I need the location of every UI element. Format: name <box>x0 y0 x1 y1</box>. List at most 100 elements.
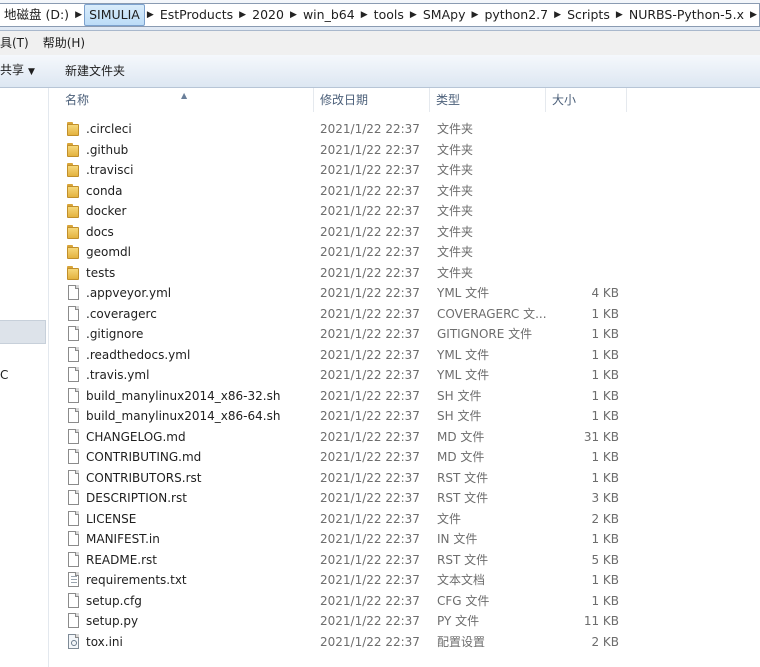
file-date: 2021/1/22 22:37 <box>320 409 420 423</box>
file-row[interactable]: CHANGELOG.md 2021/1/22 22:37 MD 文件 31 KB <box>49 427 760 448</box>
navigation-pane[interactable]: C <box>0 88 49 667</box>
file-type: 文件夹 <box>437 183 474 198</box>
file-row[interactable]: tests 2021/1/22 22:37 文件夹 <box>49 263 760 284</box>
file-size: 1 KB <box>591 368 619 382</box>
share-button[interactable]: 共享 ▼ <box>0 54 39 88</box>
breadcrumb-separator-icon[interactable]: ▶ <box>145 4 156 26</box>
file-row[interactable]: geomdl 2021/1/22 22:37 文件夹 <box>49 242 760 263</box>
file-type: GITIGNORE 文件 <box>437 327 533 341</box>
breadcrumb-item[interactable]: win_b64 <box>299 4 359 26</box>
file-row[interactable]: CONTRIBUTORS.rst 2021/1/22 22:37 RST 文件 1 K… <box>49 468 760 489</box>
column-name[interactable]: 名称 ▲ <box>49 88 314 112</box>
nav-item-partial[interactable]: C <box>0 368 8 382</box>
column-size[interactable]: 大小 <box>546 88 627 112</box>
menu-tools[interactable]: 具(T) <box>0 31 33 55</box>
file-row[interactable]: build_manylinux2014_x86-64.sh 2021/1/22 2… <box>49 406 760 427</box>
file-row[interactable]: setup.cfg 2021/1/22 22:37 CFG 文件 1 KB <box>49 591 760 612</box>
breadcrumb-separator-icon[interactable]: ▶ <box>614 4 625 26</box>
file-name: CHANGELOG.md <box>86 429 186 444</box>
file-type: MD 文件 <box>437 450 485 464</box>
file-icon <box>66 367 82 382</box>
file-name: tests <box>86 265 116 280</box>
file-date: 2021/1/22 22:37 <box>320 183 420 198</box>
file-name: MANIFEST.in <box>86 532 160 546</box>
file-date: 2021/1/22 22:37 <box>320 388 420 403</box>
file-name: .github <box>86 142 129 157</box>
file-row[interactable]: .appveyor.yml 2021/1/22 22:37 YML 文件 4 KB <box>49 283 760 304</box>
file-date: 2021/1/22 22:37 <box>320 368 420 382</box>
new-folder-button[interactable]: 新建文件夹 <box>61 55 129 87</box>
breadcrumb-item[interactable]: SMApy <box>419 4 470 26</box>
address-bar: 地磁盘 (D:) ▶ SIMULIA ▶ EstProducts ▶ 2020 ▶ win_b6… <box>0 0 760 31</box>
file-row[interactable]: .circleci 2021/1/22 22:37 文件夹 <box>49 119 760 140</box>
file-icon <box>66 551 82 567</box>
file-row[interactable]: build_manylinux2014_x86-32.sh 2021/1/22 2… <box>49 386 760 407</box>
file-type: RST 文件 <box>437 552 489 567</box>
file-size <box>549 140 619 160</box>
file-row[interactable]: conda 2021/1/22 22:37 文件夹 <box>49 181 760 202</box>
file-date: 2021/1/22 22:37 <box>320 265 420 280</box>
file-row[interactable]: .travis.yml 2021/1/22 22:37 YML 文件 1 KB <box>49 365 760 386</box>
file-row[interactable]: DESCRIPTION.rst 2021/1/22 22:37 RST 文件 3 KB <box>49 488 760 509</box>
breadcrumb-item[interactable]: 地磁盘 (D:) <box>0 4 73 26</box>
file-size <box>549 242 619 262</box>
file-type: SH 文件 <box>437 409 482 423</box>
file-row[interactable]: docker 2021/1/22 22:37 文件夹 <box>49 201 760 222</box>
file-name: conda <box>86 183 123 198</box>
breadcrumb-item[interactable]: SIMULIA <box>84 4 145 26</box>
breadcrumb-item[interactable]: 2020 <box>248 4 288 26</box>
folder-icon <box>66 142 82 157</box>
breadcrumb-item[interactable]: EstProducts <box>156 4 237 26</box>
file-icon <box>66 428 82 444</box>
file-size: 4 KB <box>591 286 619 300</box>
file-list: .circleci 2021/1/22 22:37 文件夹 .github 2021/1… <box>49 119 760 652</box>
breadcrumb-separator-icon[interactable]: ▶ <box>469 4 480 26</box>
file-row[interactable]: .coveragerc 2021/1/22 22:37 COVERAGERC 文..… <box>49 304 760 325</box>
file-date: 2021/1/22 22:37 <box>320 204 420 218</box>
breadcrumb-separator-icon[interactable]: ▶ <box>359 4 370 26</box>
file-row[interactable]: .gitignore 2021/1/22 22:37 GITIGNORE 文件 1 K… <box>49 324 760 345</box>
file-row[interactable]: requirements.txt 2021/1/22 22:37 文本文档 1 KB <box>49 570 760 591</box>
breadcrumb-separator-icon[interactable]: ▶ <box>73 4 84 26</box>
file-date: 2021/1/22 22:37 <box>320 224 420 239</box>
file-row[interactable]: tox.ini 2021/1/22 22:37 配置设置 2 KB <box>49 632 760 653</box>
breadcrumb-item[interactable]: python2.7 <box>480 4 552 26</box>
text-document-icon <box>66 572 82 587</box>
file-icon <box>66 305 82 321</box>
file-type: YML 文件 <box>437 347 490 362</box>
file-icon <box>66 510 82 526</box>
file-row[interactable]: README.rst 2021/1/22 22:37 RST 文件 5 KB <box>49 550 760 571</box>
file-row[interactable]: docs 2021/1/22 22:37 文件夹 <box>49 222 760 243</box>
file-date: 2021/1/22 22:37 <box>320 306 420 321</box>
breadcrumb-item[interactable]: Scripts <box>563 4 614 26</box>
file-size: 1 KB <box>591 347 619 362</box>
breadcrumb-item[interactable]: tools <box>370 4 408 26</box>
file-name: build_manylinux2014_x86-32.sh <box>86 388 281 403</box>
breadcrumb-separator-icon[interactable]: ▶ <box>748 4 759 26</box>
file-icon <box>66 490 82 505</box>
breadcrumb-separator-icon[interactable]: ▶ <box>237 4 248 26</box>
file-row[interactable]: MANIFEST.in 2021/1/22 22:37 IN 文件 1 KB <box>49 529 760 550</box>
file-row[interactable]: .readthedocs.yml 2021/1/22 22:37 YML 文件 1 K… <box>49 345 760 366</box>
breadcrumb[interactable]: 地磁盘 (D:) ▶ SIMULIA ▶ EstProducts ▶ 2020 ▶ win_b6… <box>0 3 760 27</box>
breadcrumb-separator-icon[interactable]: ▶ <box>552 4 563 26</box>
toolbar: 共享 ▼ 新建文件夹 <box>0 55 760 88</box>
file-type: 文件夹 <box>437 142 474 157</box>
nav-item-selected[interactable] <box>0 320 46 344</box>
column-date[interactable]: 修改日期 <box>314 88 430 112</box>
file-row[interactable]: LICENSE 2021/1/22 22:37 文件 2 KB <box>49 509 760 530</box>
file-row[interactable]: CONTRIBUTING.md 2021/1/22 22:37 MD 文件 1 KB <box>49 447 760 468</box>
folder-icon <box>66 204 82 218</box>
menu-help[interactable]: 帮助(H) <box>43 31 89 55</box>
file-row[interactable]: .github 2021/1/22 22:37 文件夹 <box>49 140 760 161</box>
breadcrumb-separator-icon[interactable]: ▶ <box>408 4 419 26</box>
breadcrumb-separator-icon[interactable]: ▶ <box>288 4 299 26</box>
file-row[interactable]: setup.py 2021/1/22 22:37 PY 文件 11 KB <box>49 611 760 632</box>
breadcrumb-item[interactable]: NURBS-Python-5.x <box>625 4 748 26</box>
file-date: 2021/1/22 22:37 <box>320 429 420 444</box>
file-type: CFG 文件 <box>437 593 490 608</box>
column-type[interactable]: 类型 <box>430 88 546 112</box>
file-name: setup.cfg <box>86 593 142 608</box>
file-name: LICENSE <box>86 511 137 526</box>
file-row[interactable]: .travisci 2021/1/22 22:37 文件夹 <box>49 160 760 181</box>
